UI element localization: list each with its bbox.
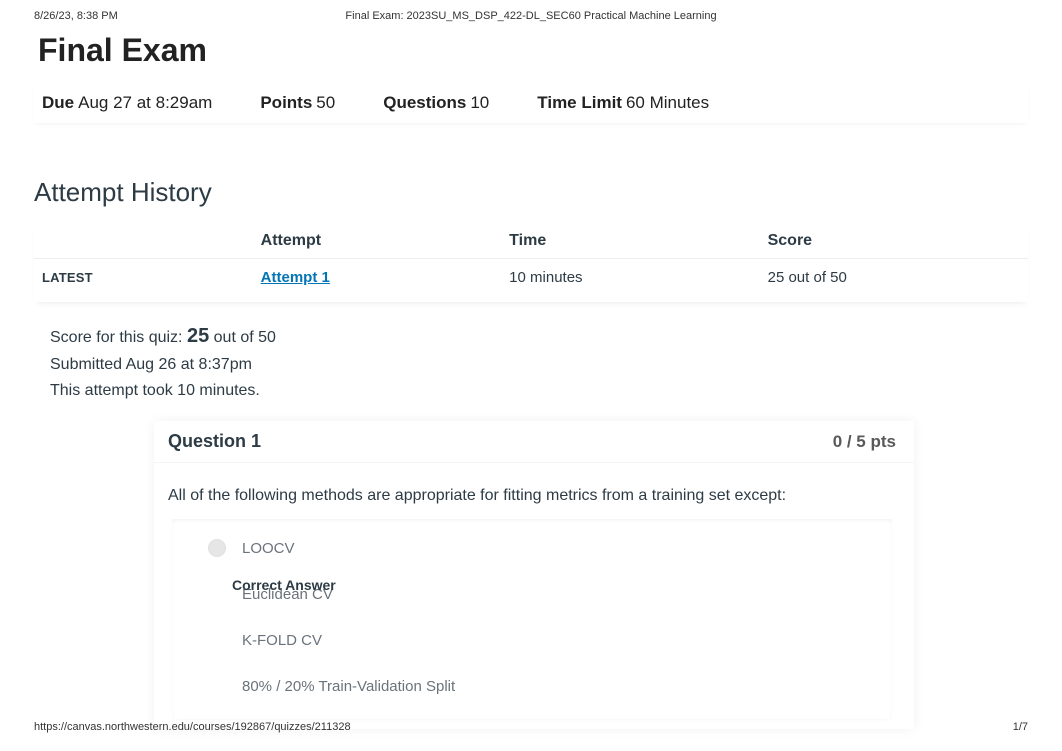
meta-due: DueAug 27 at 8:29am — [42, 93, 212, 113]
score-summary: Score for this quiz: 25 out of 50 Submit… — [34, 320, 1028, 403]
history-col-blank — [34, 224, 253, 259]
answer-option: 80% / 20% Train-Validation Split — [180, 669, 884, 703]
meta-timelimit-value: 60 Minutes — [626, 93, 709, 112]
attempt-history-table: Attempt Time Score LATEST Attempt 1 10 m… — [34, 224, 1028, 296]
print-doc-title: Final Exam: 2023SU_MS_DSP_422-DL_SEC60 P… — [0, 10, 1062, 22]
question-title: Question 1 — [168, 431, 261, 452]
meta-due-value: Aug 27 at 8:29am — [78, 93, 212, 112]
radio-icon — [208, 539, 226, 557]
score-value: 25 — [187, 325, 209, 347]
score-prefix: Score for this quiz: — [50, 329, 187, 346]
footer-url: https://canvas.northwestern.edu/courses/… — [34, 721, 351, 733]
history-time: 10 minutes — [501, 259, 759, 297]
question-header: Question 1 0 / 5 pts — [154, 421, 914, 463]
footer-page: 1/7 — [1013, 721, 1028, 733]
table-row: LATEST Attempt 1 10 minutes 25 out of 50 — [34, 259, 1028, 297]
meta-timelimit: Time Limit60 Minutes — [537, 93, 709, 113]
print-footer: https://canvas.northwestern.edu/courses/… — [34, 721, 1028, 733]
score-suffix: out of 50 — [209, 329, 276, 346]
attempt-history-table-wrap: Attempt Time Score LATEST Attempt 1 10 m… — [34, 224, 1028, 302]
history-col-time: Time — [501, 224, 759, 259]
meta-points-value: 50 — [316, 93, 335, 112]
print-datetime: 8/26/23, 8:38 PM — [34, 10, 118, 22]
question-prompt: All of the following methods are appropr… — [168, 487, 896, 505]
meta-timelimit-label: Time Limit — [537, 93, 622, 112]
meta-points-label: Points — [260, 93, 312, 112]
attempt-history-heading: Attempt History — [34, 177, 1028, 208]
history-score: 25 out of 50 — [760, 259, 1028, 297]
question-card: Question 1 0 / 5 pts All of the followin… — [154, 421, 914, 729]
meta-questions-value: 10 — [470, 93, 489, 112]
answer-text: K-FOLD CV — [242, 632, 322, 649]
submitted-line: Submitted Aug 26 at 8:37pm — [50, 352, 1012, 378]
answer-text: 80% / 20% Train-Validation Split — [242, 678, 455, 695]
answers-block: LOOCV Correct Answer Euclidean CV — [172, 519, 892, 719]
meta-questions-label: Questions — [383, 93, 466, 112]
answer-option: LOOCV — [180, 531, 884, 565]
history-col-attempt: Attempt — [253, 224, 502, 259]
duration-line: This attempt took 10 minutes. — [50, 378, 1012, 404]
attempt-link[interactable]: Attempt 1 — [261, 269, 330, 286]
meta-due-label: Due — [42, 93, 74, 112]
print-header: 8/26/23, 8:38 PM Final Exam: 2023SU_MS_D… — [0, 0, 1062, 22]
answer-text: LOOCV — [242, 540, 295, 557]
answer-option: K-FOLD CV — [180, 623, 884, 657]
meta-points: Points50 — [260, 93, 335, 113]
page-title: Final Exam — [38, 32, 1028, 69]
correct-answer-label: Correct Answer — [232, 577, 336, 593]
history-latest-badge: LATEST — [34, 259, 253, 297]
quiz-meta-bar: DueAug 27 at 8:29am Points50 Questions10… — [34, 85, 1028, 123]
meta-questions: Questions10 — [383, 93, 489, 113]
question-points: 0 / 5 pts — [833, 432, 896, 452]
history-col-score: Score — [760, 224, 1028, 259]
